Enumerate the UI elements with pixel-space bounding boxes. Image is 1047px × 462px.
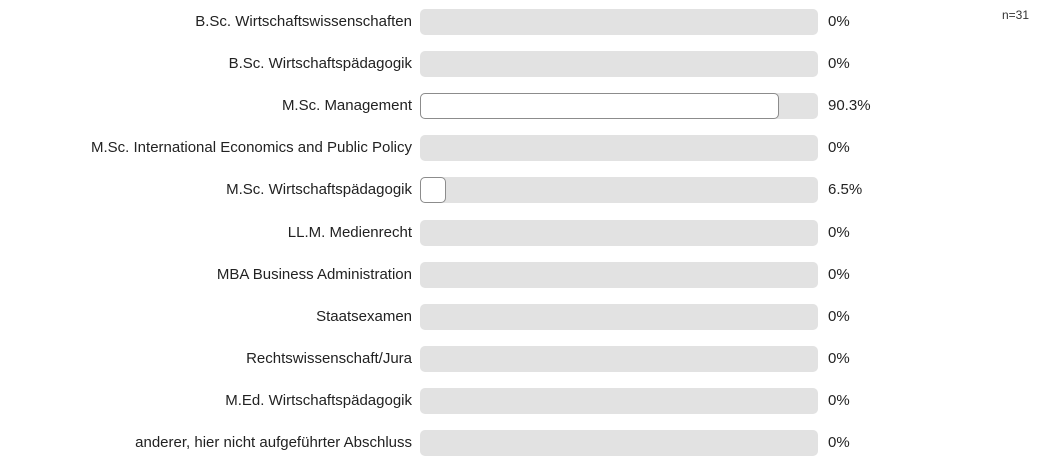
bar-row: M.Sc. Wirtschaftspädagogik 6.5% [0, 175, 1047, 205]
bar-chart: B.Sc. Wirtschaftswissenschaften 0% B.Sc. W… [0, 0, 1047, 462]
value-label: 0% [828, 307, 850, 325]
bar-row: B.Sc. Wirtschaftswissenschaften 0% [0, 7, 1047, 37]
value-label: 0% [828, 139, 850, 157]
category-label: B.Sc. Wirtschaftswissenschaften [195, 13, 412, 30]
category-label: M.Sc. International Economics and Public… [91, 139, 412, 157]
bar [420, 177, 446, 204]
category-label: M.Sc. Wirtschaftspädagogik [226, 181, 412, 199]
bar-track [420, 177, 818, 204]
category-label: MBA Business Administration [216, 265, 412, 283]
category-label: anderer, hier nicht aufgeführter Abschlu… [135, 434, 412, 451]
value-label: 0% [828, 265, 850, 283]
bar-track [420, 261, 818, 288]
category-label: Staatsexamen [316, 307, 412, 325]
bar-track [420, 93, 818, 120]
bar-track [420, 219, 818, 246]
value-label: 0% [828, 434, 850, 451]
value-label: 0% [828, 223, 850, 241]
bar-track [420, 135, 818, 162]
category-label: LL.M. Medienrecht [287, 223, 412, 241]
bar-row: M.Ed. Wirtschaftspädagogik 0% [0, 386, 1047, 416]
bar-row: M.Sc. Management 90.3% [0, 91, 1047, 121]
bar-row: Staatsexamen 0% [0, 302, 1047, 332]
category-label: M.Ed. Wirtschaftspädagogik [225, 391, 412, 409]
bar-row: M.Sc. International Economics and Public… [0, 133, 1047, 163]
bar-row: B.Sc. Wirtschaftspädagogik 0% [0, 49, 1047, 79]
bar-row: Rechtswissenschaft/Jura 0% [0, 344, 1047, 374]
bar-track [420, 303, 818, 330]
category-label: Rechtswissenschaft/Jura [246, 349, 412, 367]
category-label: B.Sc. Wirtschaftspädagogik [228, 55, 412, 73]
category-label: M.Sc. Management [281, 97, 412, 115]
value-label: 0% [828, 13, 850, 30]
bar-row: anderer, hier nicht aufgeführter Abschlu… [0, 428, 1047, 458]
bar-track [420, 9, 818, 35]
bar-track [420, 51, 818, 78]
value-label: 0% [828, 55, 850, 73]
bar-track [420, 345, 818, 372]
bar-track [420, 430, 818, 456]
value-label: 6.5% [828, 181, 863, 199]
bar [420, 93, 779, 120]
bar-row: LL.M. Medienrecht 0% [0, 218, 1047, 248]
bar-row: MBA Business Administration 0% [0, 260, 1047, 290]
value-label: 0% [828, 349, 850, 367]
value-label: 90.3% [828, 97, 871, 115]
value-label: 0% [828, 391, 850, 409]
sample-size-label: n=31 [1001, 8, 1029, 22]
bar-track [420, 387, 818, 414]
